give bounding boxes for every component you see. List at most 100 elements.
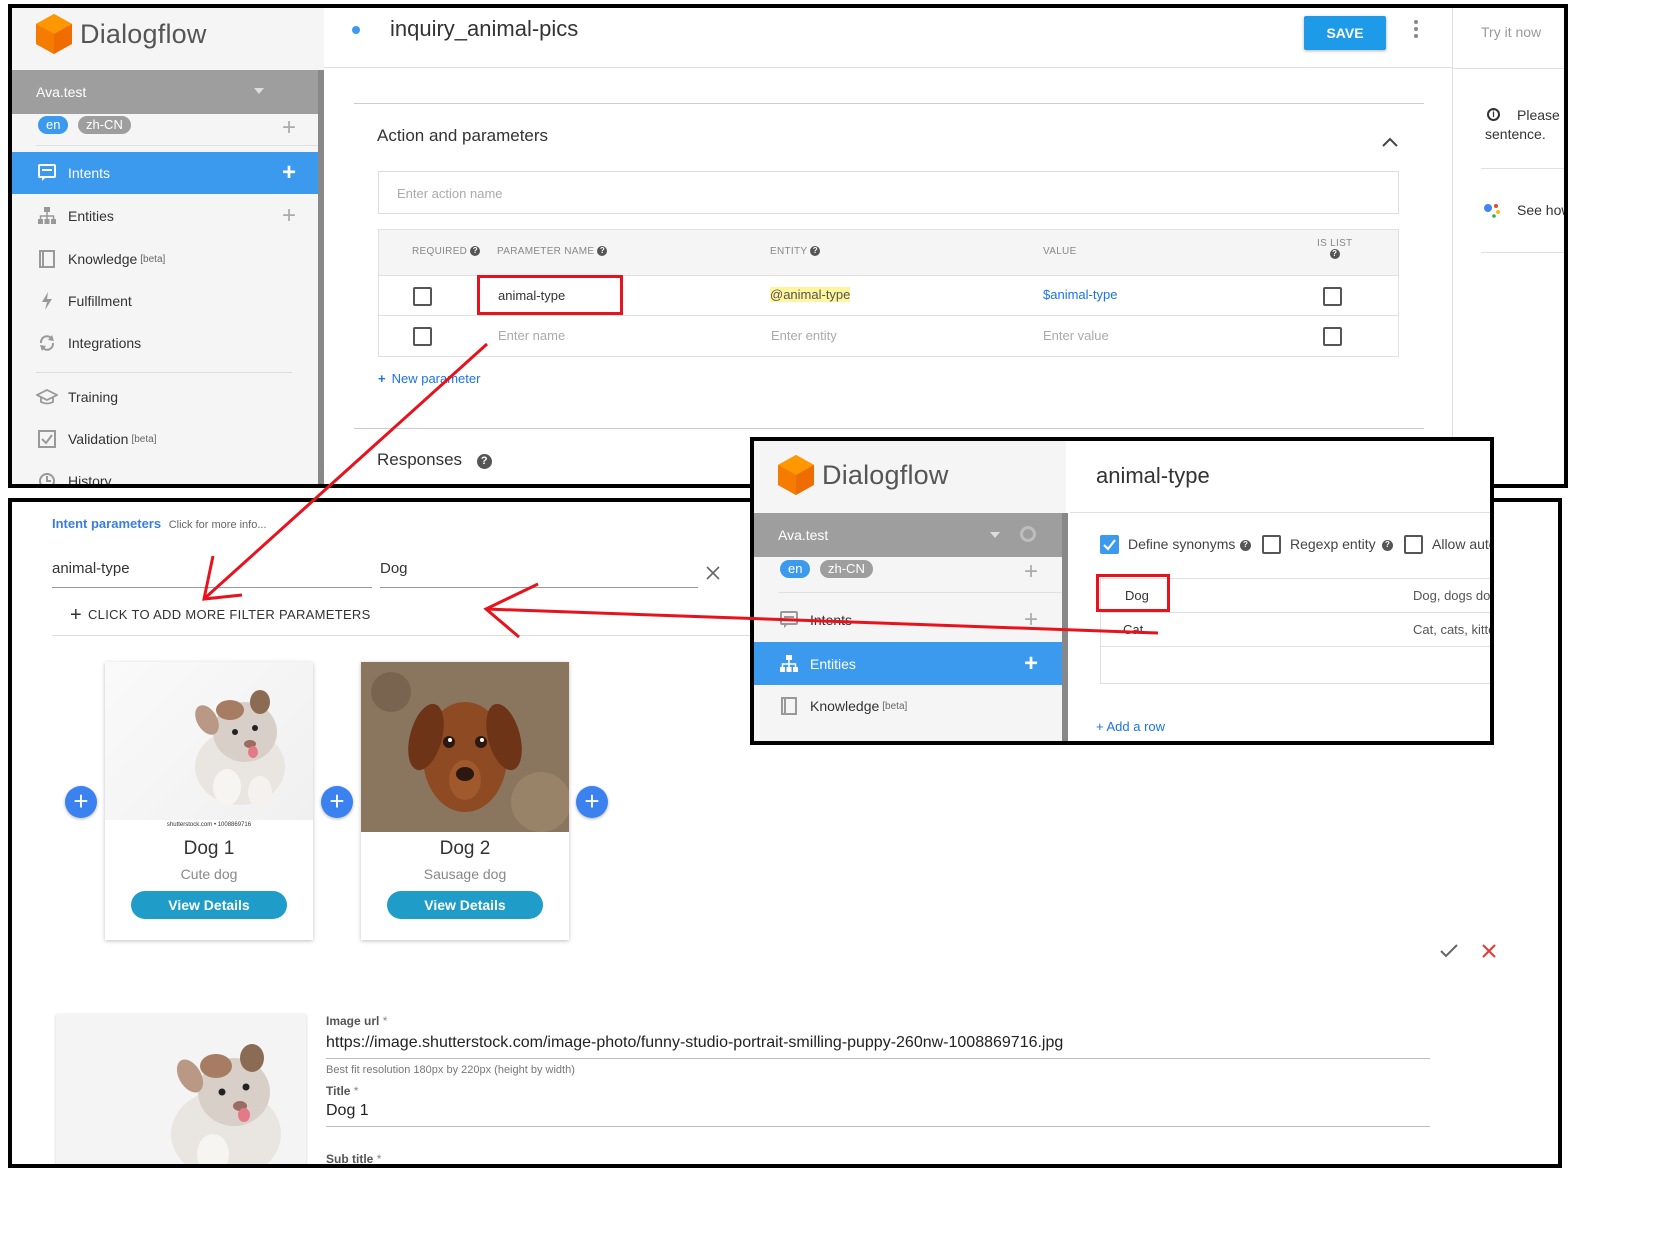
intent-name[interactable]: inquiry_animal-pics xyxy=(390,16,578,42)
allow-automated-expansion-checkbox[interactable] xyxy=(1404,535,1423,554)
filter-value-field[interactable]: Dog xyxy=(380,560,698,588)
see-how-link[interactable]: See how xyxy=(1517,202,1564,218)
filter-param-field[interactable]: animal-type xyxy=(52,560,372,588)
gear-icon[interactable] xyxy=(1020,526,1036,542)
lang-zh-cn[interactable]: zh-CN xyxy=(820,560,873,578)
param-value-input[interactable]: Enter value xyxy=(1043,328,1109,343)
lang-en[interactable]: en xyxy=(780,560,811,578)
dialogflow-cube-icon xyxy=(36,14,72,54)
view-details-button[interactable]: View Details xyxy=(387,891,543,919)
action-name-input[interactable]: Enter action name xyxy=(378,171,1399,214)
reference-value[interactable]: Cat xyxy=(1123,622,1143,637)
book-icon xyxy=(36,248,58,270)
top-screenshot: Dialogflow Ava.test en zh-CN + Intents +… xyxy=(8,4,1568,488)
sidebar-item-integrations[interactable]: Integrations xyxy=(12,322,324,364)
synonyms[interactable]: Cat, cats, kitte xyxy=(1413,622,1490,637)
parameters-table: REQUIRED ? PARAMETER NAME ? ENTITY ? VAL… xyxy=(378,229,1399,357)
param-name[interactable]: animal-type xyxy=(498,288,565,303)
sidebar-item-label: Validation xyxy=(68,431,129,447)
sidebar-item-knowledge[interactable]: Knowledge [beta] xyxy=(12,238,324,280)
image-url-label: Image url * xyxy=(326,1014,388,1028)
help-icon[interactable]: ? xyxy=(476,454,492,469)
help-icon[interactable]: ? xyxy=(1382,540,1393,551)
param-value[interactable]: $animal-type xyxy=(1043,287,1117,302)
sidebar-item-validation[interactable]: Validation [beta] xyxy=(12,418,324,460)
add-intent-icon[interactable]: + xyxy=(1024,608,1038,632)
add-language-icon[interactable]: + xyxy=(282,116,296,140)
sidebar-scrollbar[interactable] xyxy=(1062,513,1068,741)
best-fit-hint: Best fit resolution 180px by 220px (heig… xyxy=(326,1064,575,1076)
sidebar-item-intents[interactable]: Intents + xyxy=(12,152,324,194)
logo-text: Dialogflow xyxy=(80,18,207,49)
image-url-input[interactable]: https://image.shutterstock.com/image-pho… xyxy=(326,1034,1430,1059)
clock-icon xyxy=(36,470,58,484)
add-entity-icon[interactable]: + xyxy=(282,204,296,228)
allow-auto-label: Allow auto xyxy=(1432,536,1494,552)
divider xyxy=(1481,252,1564,253)
editor-image-preview xyxy=(56,1014,306,1164)
required-checkbox[interactable] xyxy=(413,327,432,346)
add-card-button[interactable]: + xyxy=(65,786,97,818)
card-dog-2: Dog 2 Sausage dog View Details xyxy=(361,662,569,940)
language-row: en zh-CN + xyxy=(778,557,1066,593)
sidebar-item-label: Fulfillment xyxy=(68,293,132,309)
save-button[interactable]: SAVE xyxy=(1304,16,1386,50)
is-list-checkbox[interactable] xyxy=(1323,327,1342,346)
lightning-icon xyxy=(36,290,58,312)
add-filter-button[interactable]: + CLICK TO ADD MORE FILTER PARAMETERS xyxy=(70,604,371,627)
check-icon[interactable] xyxy=(1440,944,1458,958)
define-synonyms-checkbox[interactable] xyxy=(1100,535,1119,554)
help-icon: ? xyxy=(470,246,481,257)
responses-title: Responses ? xyxy=(377,450,492,470)
add-intent-icon[interactable]: + xyxy=(282,161,296,185)
synonyms[interactable]: Dog, dogs dog xyxy=(1413,588,1490,603)
sidebar-item-label: Entities xyxy=(68,208,114,224)
view-details-button[interactable]: View Details xyxy=(131,891,287,919)
chevron-up-icon[interactable] xyxy=(1382,134,1398,147)
sidebar-item-training[interactable]: Training xyxy=(12,376,324,418)
header-entity: ENTITY ? xyxy=(770,246,821,257)
divider xyxy=(52,635,752,636)
google-assistant-icon xyxy=(1483,202,1503,218)
lang-zh-cn[interactable]: zh-CN xyxy=(78,116,131,134)
sidebar-item-fulfillment[interactable]: Fulfillment xyxy=(12,280,324,322)
help-icon: ? xyxy=(597,246,608,257)
puppy-image xyxy=(105,662,313,820)
close-icon[interactable] xyxy=(706,566,720,580)
divider xyxy=(36,372,292,373)
title-input[interactable]: Dog 1 xyxy=(326,1102,1430,1127)
sidebar-item-label: Integrations xyxy=(68,335,142,351)
agent-selector[interactable]: Ava.test xyxy=(754,513,1066,557)
try-it-now-input[interactable]: Try it now xyxy=(1481,24,1541,40)
sidebar-item-history[interactable]: History xyxy=(12,460,324,484)
regexp-entity-checkbox[interactable] xyxy=(1262,535,1281,554)
required-checkbox[interactable] xyxy=(413,287,432,306)
new-parameter-link[interactable]: + New parameter xyxy=(378,371,480,386)
sidebar-item-knowledge[interactable]: Knowledge [beta] xyxy=(754,685,1066,727)
cancel-icon[interactable] xyxy=(1482,944,1496,958)
hierarchy-icon xyxy=(778,653,800,675)
entity-name[interactable]: animal-type xyxy=(1096,463,1210,489)
dialogflow-logo: Dialogflow xyxy=(778,455,949,495)
add-row-link[interactable]: + Add a row xyxy=(1096,719,1165,734)
is-list-checkbox[interactable] xyxy=(1323,287,1342,306)
add-card-button[interactable]: + xyxy=(576,786,608,818)
table-row: Enter name Enter entity Enter value xyxy=(379,316,1398,356)
add-entity-icon[interactable]: + xyxy=(1024,651,1038,676)
sidebar-item-entities[interactable]: Entities + xyxy=(754,642,1066,685)
add-language-icon[interactable]: + xyxy=(1024,560,1038,584)
param-name-input[interactable]: Enter name xyxy=(498,328,565,343)
table-row: Cat Cat, cats, kitte xyxy=(1101,613,1490,647)
sidebar-item-entities[interactable]: Entities + xyxy=(12,195,324,237)
more-vert-icon[interactable] xyxy=(1414,20,1418,38)
agent-selector[interactable]: Ava.test xyxy=(12,70,324,114)
param-entity-input[interactable]: Enter entity xyxy=(771,328,837,343)
add-card-button[interactable]: + xyxy=(321,786,353,818)
lang-en[interactable]: en xyxy=(38,116,69,134)
more-info-link[interactable]: Click for more info... xyxy=(169,519,267,531)
book-icon xyxy=(778,695,800,717)
param-entity[interactable]: @animal-type xyxy=(770,287,851,302)
sidebar-scrollbar[interactable] xyxy=(318,70,324,484)
sidebar-item-intents[interactable]: Intents + xyxy=(754,599,1066,641)
help-icon[interactable]: ? xyxy=(1240,540,1251,551)
